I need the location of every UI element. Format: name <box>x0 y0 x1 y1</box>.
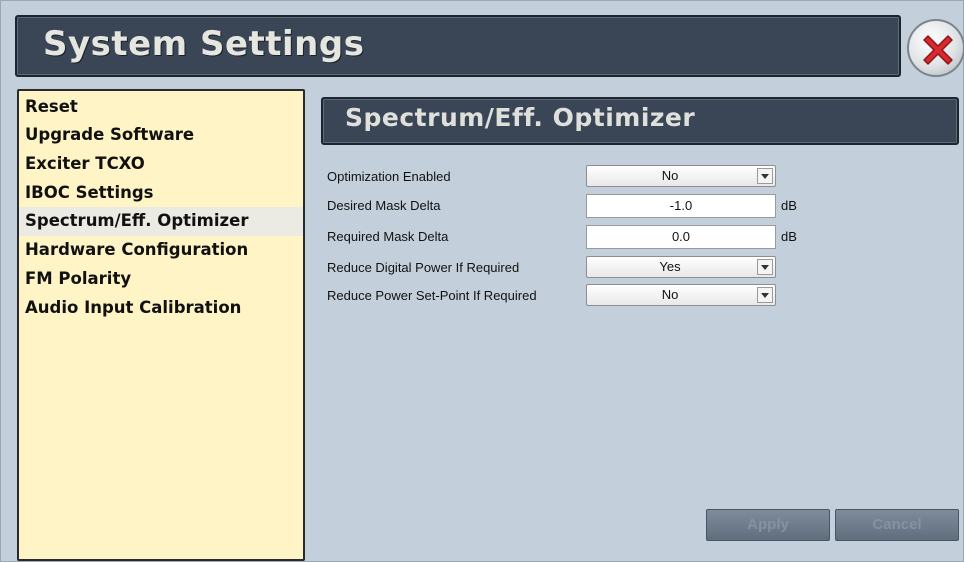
reduce-power-setpoint-select[interactable]: No <box>586 284 776 306</box>
reduce-power-setpoint-label: Reduce Power Set-Point If Required <box>327 288 537 303</box>
cancel-button[interactable]: Cancel <box>835 509 959 541</box>
menu-item-upgrade-software[interactable]: Upgrade Software <box>19 121 303 150</box>
optimization-enabled-value: No <box>661 168 679 183</box>
settings-menu: Reset Upgrade Software Exciter TCXO IBOC… <box>17 89 305 561</box>
required-mask-delta-unit: dB <box>781 229 797 244</box>
chevron-down-icon[interactable] <box>757 287 773 303</box>
menu-item-iboc-settings[interactable]: IBOC Settings <box>19 179 303 208</box>
menu-item-reset[interactable]: Reset <box>19 95 303 121</box>
panel-header: Spectrum/Eff. Optimizer <box>321 97 959 145</box>
menu-item-fm-polarity[interactable]: FM Polarity <box>19 265 303 294</box>
window-title: System Settings <box>43 24 365 64</box>
required-mask-delta-label: Required Mask Delta <box>327 229 449 244</box>
menu-item-exciter-tcxo[interactable]: Exciter TCXO <box>19 150 303 179</box>
settings-window: System Settings Reset Upgrade Software E… <box>0 0 964 562</box>
title-bar: System Settings <box>15 15 901 77</box>
reduce-digital-power-value: Yes <box>659 259 681 274</box>
optimization-enabled-label: Optimization Enabled <box>327 169 451 184</box>
close-x-icon <box>923 35 953 65</box>
required-mask-delta-input[interactable]: 0.0 <box>586 225 776 249</box>
panel-title: Spectrum/Eff. Optimizer <box>345 103 696 132</box>
menu-item-audio-input-calibration[interactable]: Audio Input Calibration <box>19 294 303 323</box>
reduce-power-setpoint-value: No <box>661 287 679 302</box>
close-button[interactable] <box>907 19 964 77</box>
chevron-down-icon[interactable] <box>757 168 773 184</box>
desired-mask-delta-input[interactable]: -1.0 <box>586 194 776 218</box>
desired-mask-delta-unit: dB <box>781 198 797 213</box>
desired-mask-delta-label: Desired Mask Delta <box>327 198 441 213</box>
reduce-digital-power-label: Reduce Digital Power If Required <box>327 260 520 275</box>
menu-item-hardware-configuration[interactable]: Hardware Configuration <box>19 236 303 265</box>
apply-button[interactable]: Apply <box>706 509 830 541</box>
optimization-enabled-select[interactable]: No <box>586 165 776 187</box>
chevron-down-icon[interactable] <box>757 259 773 275</box>
menu-item-spectrum-optimizer[interactable]: Spectrum/Eff. Optimizer <box>19 207 303 237</box>
reduce-digital-power-select[interactable]: Yes <box>586 256 776 278</box>
